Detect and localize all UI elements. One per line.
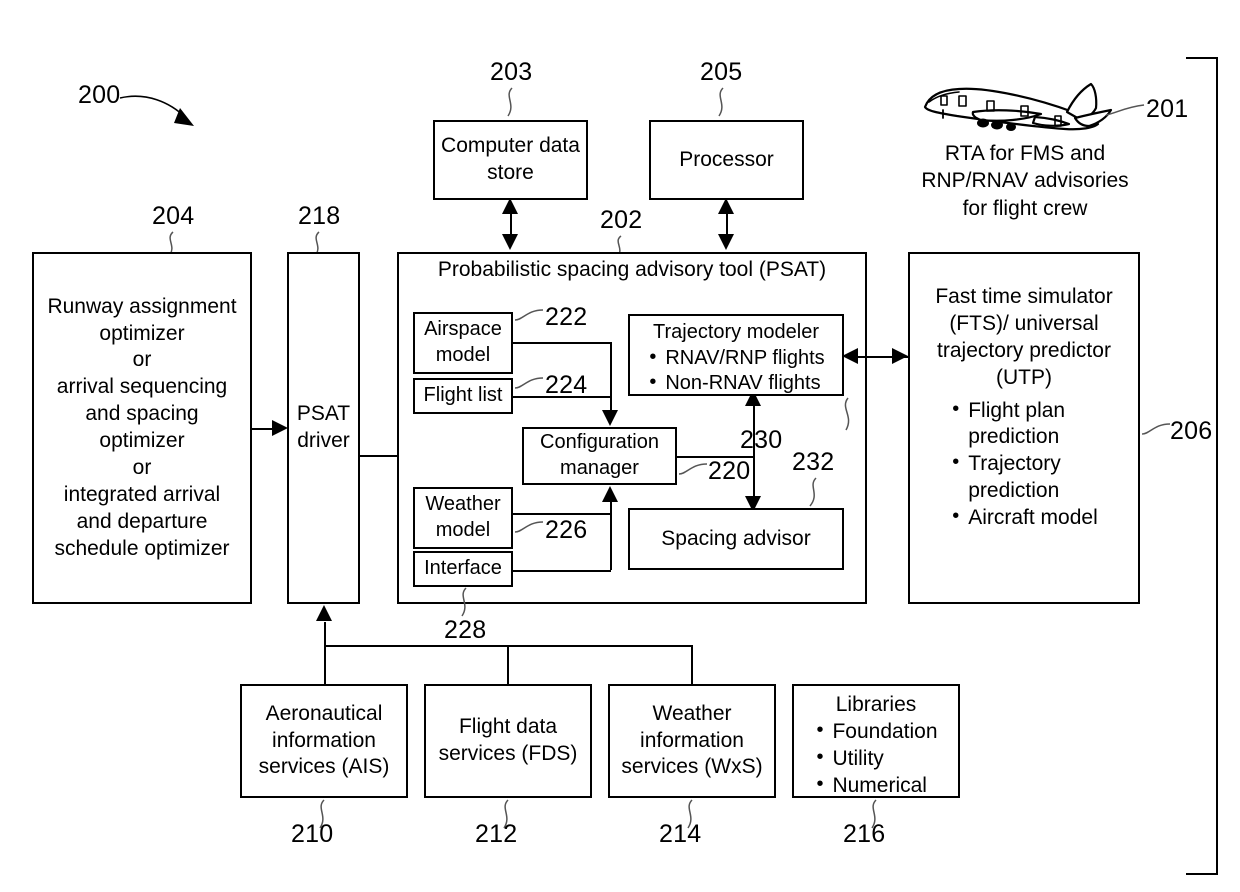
figure-canvas: 200 203 Computer data store 205 Processo… [0, 0, 1240, 892]
ref-212: 212 [475, 820, 518, 848]
wxs-label: Weather information services (WxS) [621, 701, 763, 779]
right-bracket-bottom [1186, 873, 1218, 875]
psat-title: Probabilistic spacing advisory tool (PSA… [437, 258, 827, 281]
aircraft-caption-line-3: for flight crew [962, 196, 1088, 220]
arrowhead-models-configmanager [602, 410, 618, 426]
interface-label: Interface [424, 557, 502, 580]
psat-driver-box: PSAT driver [287, 252, 360, 604]
connector-configmanager-trunk [677, 456, 754, 458]
lead-line-206 [1141, 423, 1171, 435]
lead-line-201 [1105, 104, 1145, 116]
services-bus-wxs-drop [691, 645, 693, 684]
arrowhead-datastore-down [502, 234, 518, 250]
psat-driver-label: PSAT driver [296, 402, 351, 452]
weather-model-box: Weather model [413, 487, 513, 549]
ref-205: 205 [700, 58, 743, 86]
libraries-bullets: Foundation Utility Numerical [814, 718, 937, 800]
ref-232: 232 [792, 448, 835, 476]
arrowhead-lower-configmanager [602, 486, 618, 502]
arrowhead-processor-up [718, 198, 734, 214]
computer-data-store-label: Computer data store [441, 134, 580, 184]
ref-220: 220 [708, 457, 751, 485]
wxs-box: Weather information services (WxS) [608, 684, 776, 798]
ais-box: Aeronautical information services (AIS) [240, 684, 408, 798]
connector-interface-bus [511, 570, 611, 572]
ref-214: 214 [659, 820, 702, 848]
arrowhead-processor-down [718, 234, 734, 250]
flight-list-label: Flight list [423, 384, 503, 407]
airplane-icon [923, 82, 1113, 131]
connector-airspace-bus [511, 342, 611, 344]
configuration-manager-box: Configuration manager [522, 427, 677, 485]
trajectory-modeler-title: Trajectory modeler [653, 321, 819, 343]
lead-line-203 [507, 87, 513, 117]
ref-218: 218 [298, 202, 341, 230]
libraries-bullet-2: Utility [814, 745, 937, 773]
trajectory-modeler-bullet-1: RNAV/RNP flights [647, 345, 824, 372]
trajectory-modeler-bullet-2: Non-RNAV flights [647, 370, 824, 397]
fts-bullet-1: Flight plan prediction [950, 397, 1098, 452]
ref-202: 202 [600, 206, 643, 234]
arrowhead-trajectory-left [842, 348, 858, 364]
connector-lower-bus-vertical [610, 500, 612, 570]
ref-210: 210 [291, 820, 334, 848]
libraries-box: Libraries Foundation Utility Numerical [792, 684, 960, 798]
optimizer-box: Runway assignment optimizer or arrival s… [32, 252, 252, 604]
weather-model-label: Weather model [425, 493, 501, 541]
connector-models-bus-vertical [610, 342, 612, 418]
spacing-advisor-box: Spacing advisor [628, 508, 844, 570]
trajectory-modeler-box: Trajectory modeler RNAV/RNP flights Non-… [628, 314, 844, 396]
fds-label: Flight data services (FDS) [438, 715, 578, 765]
fts-bullet-3: Aircraft model [950, 504, 1098, 532]
ref-230: 230 [740, 426, 783, 454]
aircraft-caption-line-2: RNP/RNAV advisories [921, 169, 1129, 193]
libraries-bullet-1: Foundation [814, 718, 937, 746]
arrowhead-datastore-up [502, 198, 518, 214]
fts-utp-bullets: Flight plan prediction Trajectory predic… [950, 397, 1098, 532]
right-bracket-top [1186, 57, 1218, 59]
processor-label: Processor [679, 147, 774, 171]
fts-utp-title: Fast time simulator (FTS)/ universal tra… [935, 285, 1113, 389]
ref-222: 222 [545, 303, 588, 331]
ref-203: 203 [490, 58, 533, 86]
processor-box: Processor [649, 120, 804, 200]
ais-label: Aeronautical information services (AIS) [258, 701, 390, 779]
connector-flightlist-bus [511, 396, 611, 398]
ref-228: 228 [444, 616, 487, 644]
fts-bullet-2: Trajectory prediction [950, 450, 1098, 505]
trajectory-modeler-bullets: RNAV/RNP flights Non-RNAV flights [647, 345, 824, 397]
optimizer-label: Runway assignment optimizer or arrival s… [47, 294, 237, 560]
ref-204: 204 [152, 202, 195, 230]
arrowhead-optimizer-driver [272, 420, 288, 436]
connector-trunk-vertical [753, 404, 755, 508]
lead-line-205 [718, 87, 724, 117]
ref-226: 226 [545, 516, 588, 544]
ref-201: 201 [1146, 95, 1189, 123]
interface-box: Interface [413, 551, 513, 587]
services-bus-fds-drop [507, 645, 509, 684]
libraries-title: Libraries [835, 693, 917, 716]
fts-utp-box: Fast time simulator (FTS)/ universal tra… [908, 252, 1140, 604]
ref-224: 224 [545, 371, 588, 399]
services-bus-ais-drop [324, 645, 326, 684]
lead-line-200 [119, 95, 194, 126]
airspace-model-label: Airspace model [424, 318, 502, 366]
airspace-model-box: Airspace model [413, 312, 513, 374]
arrowhead-fts-right [892, 348, 908, 364]
right-bracket-vertical [1216, 57, 1218, 875]
arrowhead-services-driver [316, 605, 332, 621]
ref-200: 200 [78, 81, 121, 109]
libraries-bullet-3: Numerical [814, 772, 937, 800]
configuration-manager-label: Configuration manager [540, 431, 659, 479]
flight-list-box: Flight list [413, 378, 513, 414]
aircraft-caption-line-1: RTA for FMS and [944, 142, 1106, 165]
fds-box: Flight data services (FDS) [424, 684, 592, 798]
ref-216: 216 [843, 820, 886, 848]
connector-weather-bus [511, 513, 611, 515]
spacing-advisor-label: Spacing advisor [661, 526, 811, 550]
aircraft-caption: RTA for FMS and RNP/RNAV advisories for … [880, 140, 1170, 222]
computer-data-store-box: Computer data store [433, 120, 588, 200]
ref-206: 206 [1170, 417, 1213, 445]
